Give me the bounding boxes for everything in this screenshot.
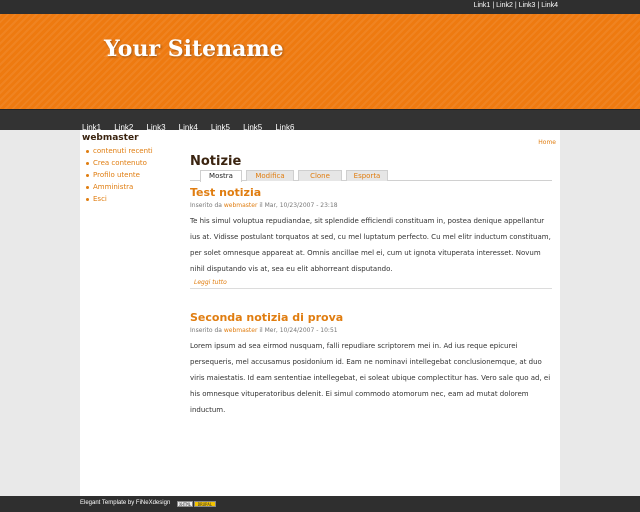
top-bar: Link1 | Link2 | Link3 | Link4 — [0, 0, 640, 14]
post-divider — [190, 288, 552, 289]
meta-date: il Mer, 10/24/2007 - 10:51 — [257, 327, 338, 334]
post-1: Test notizia Inserito da webmaster il Ma… — [190, 186, 552, 289]
bullet-icon — [86, 173, 89, 177]
bullet-icon — [86, 161, 89, 165]
read-more-link[interactable]: Leggi tutto — [194, 279, 552, 286]
top-link-3[interactable]: Link3 — [519, 2, 536, 9]
post-meta: Inserito da webmaster il Mar, 10/23/2007… — [190, 202, 552, 209]
post-author-link[interactable]: webmaster — [224, 327, 258, 334]
meta-prefix: Inserito da — [190, 202, 224, 209]
meta-date: il Mar, 10/23/2007 - 23:18 — [257, 202, 338, 209]
footer-credit[interactable]: Elegant Template by FiNeXdesign — [80, 500, 170, 506]
post-body: Lorem ipsum ad sea eirmod nusquam, falli… — [190, 342, 551, 414]
sidebar-item-profile[interactable]: Profilo utente — [86, 169, 182, 181]
sidebar-item-label: contenuti recenti — [93, 147, 153, 155]
sidebar-item-label: Crea contenuto — [93, 159, 147, 167]
header-banner: Your Sitename Your Sitename — [0, 14, 640, 109]
top-link-2[interactable]: Link2 — [496, 2, 513, 9]
breadcrumb-home[interactable]: Home — [538, 139, 556, 146]
top-link-1[interactable]: Link1 — [474, 2, 491, 9]
tab-mostra[interactable]: Mostra — [200, 170, 242, 182]
site-name-reflection: Your Sitename — [104, 46, 284, 58]
xhtml-badge[interactable]: XHTML — [177, 501, 193, 507]
main-content: Notizie Mostra Modifica Clone Esporta Te… — [190, 154, 552, 418]
post-meta: Inserito da webmaster il Mer, 10/24/2007… — [190, 327, 552, 334]
page-title: Notizie — [190, 154, 242, 169]
post-2: Seconda notizia di prova Inserito da web… — [190, 311, 552, 418]
bullet-icon — [86, 185, 89, 189]
bullet-icon — [86, 149, 89, 153]
post-author-link[interactable]: webmaster — [224, 202, 258, 209]
sidebar-item-label: Esci — [93, 195, 107, 203]
tab-bar: Mostra Modifica Clone Esporta — [190, 170, 552, 182]
sidebar: webmaster contenuti recenti Crea contenu… — [82, 133, 182, 205]
tab-modifica[interactable]: Modifica — [246, 170, 294, 181]
top-links: Link1 | Link2 | Link3 | Link4 — [474, 2, 558, 9]
top-link-4[interactable]: Link4 — [541, 2, 558, 9]
bullet-icon — [86, 197, 89, 201]
sidebar-item-admin[interactable]: Amministra — [86, 181, 182, 193]
sidebar-item-label: Profilo utente — [93, 171, 140, 179]
sidebar-item-create[interactable]: Crea contenuto — [86, 157, 182, 169]
tab-clone[interactable]: Clone — [298, 170, 342, 181]
post-title[interactable]: Seconda notizia di prova — [190, 311, 552, 324]
page-container: webmaster contenuti recenti Crea contenu… — [80, 130, 560, 496]
main-nav: Link1 Link2 Link3 Link4 Link5 Link5 Link… — [0, 109, 640, 132]
sidebar-item-recent[interactable]: contenuti recenti — [86, 145, 182, 157]
meta-prefix: Inserito da — [190, 327, 224, 334]
tab-esporta[interactable]: Esporta — [346, 170, 388, 181]
sidebar-title: webmaster — [82, 133, 139, 143]
drupal-badge[interactable]: DRUPAL — [194, 501, 216, 507]
footer: Elegant Template by FiNeXdesign XHTML DR… — [0, 496, 640, 512]
post-title[interactable]: Test notizia — [190, 186, 552, 199]
sidebar-item-logout[interactable]: Esci — [86, 193, 182, 205]
post-body: Te his simul voluptua repudiandae, sit s… — [190, 217, 551, 273]
sidebar-item-label: Amministra — [93, 183, 134, 191]
